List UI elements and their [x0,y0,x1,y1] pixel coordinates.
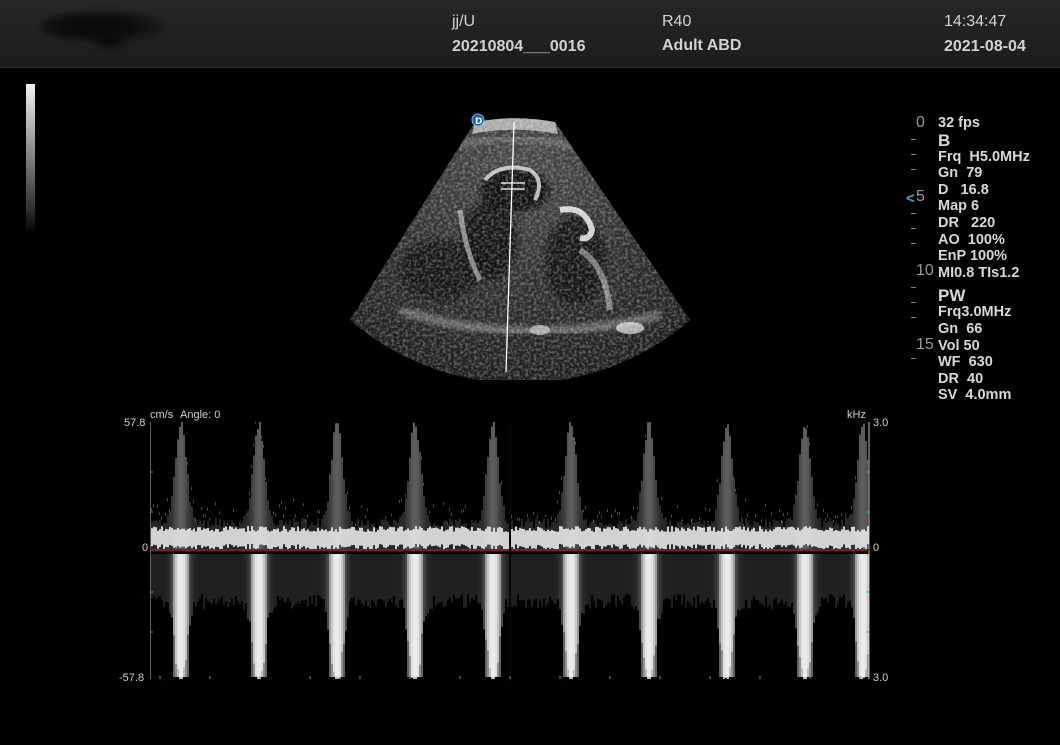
probe-name: R40 [662,13,692,30]
focus-marker-icon[interactable]: < [906,190,915,207]
top-info-bar: jj/U 20210804___0016 R40 Adult ABD 14:34… [0,0,1060,68]
b-gain: Gn 79 [938,165,983,182]
velocity-zero-label: 0 [142,542,149,554]
frequency-zero-label: 0 [873,542,880,554]
depth-tick [911,317,916,318]
depth-tick [911,243,916,244]
b-mode-heading: B [938,130,951,150]
depth-tick [911,139,916,140]
depth-label-15: 15 [916,336,934,353]
velocity-unit: cm/s [150,409,174,421]
exam-preset: Adult ABD [662,37,742,54]
b-acoustic-output: AO 100% [938,231,1005,248]
b-mode-image[interactable]: D [340,100,700,380]
frequency-unit: kHz [847,409,866,421]
doppler-waveform[interactable] [150,422,870,679]
depth-tick [911,213,916,214]
b-enhance: EnP 100% [938,248,1008,265]
grayscale-bar [26,84,35,234]
depth-label-10: 10 [916,262,934,279]
frame-rate: 32 fps [938,115,980,131]
b-depth: D 16.8 [938,181,989,198]
pw-gain: Gn 66 [938,320,983,337]
logo-icon [40,10,165,52]
svg-text:D: D [475,117,482,127]
angle-readout: Angle: 0 [180,409,221,421]
parameter-panel: 32 fps B Frq H5.0MHz Gn 79 D 16.8 Map 6 … [938,115,1058,404]
depth-tick [911,169,916,170]
depth-label-0: 0 [916,114,925,131]
b-frequency: Frq H5.0MHz [938,148,1030,165]
velocity-min-label: -57.8 [119,672,145,684]
velocity-max-label: 57.8 [124,417,146,429]
b-map: Map 6 [938,198,980,215]
pw-volume: Vol 50 [938,337,980,354]
depth-tick [911,358,916,359]
patient-id: jj/U [452,13,476,30]
pw-frequency: Frq3.0MHz [938,304,1012,321]
depth-tick [911,154,916,155]
frequency-max-label: 3.0 [873,417,889,429]
depth-tick [911,228,916,229]
depth-scale: 0 5 10 15 < [900,112,940,372]
b-dynamic-range: DR 220 [938,214,996,231]
exam-id: 20210804___0016 [452,38,586,55]
depth-tick [911,287,916,288]
pw-wall-filter: WF 630 [938,354,993,371]
clock-date: 2021-08-04 [944,38,1026,55]
doppler-spectrum-panel: cm/s Angle: 0 kHz 57.8 0 -57.8 3.0 0 3.0 [110,405,900,690]
frequency-min-label: 3.0 [873,672,889,684]
depth-label-5: 5 [916,188,925,205]
b-mi-tis: MI0.8 TIs1.2 [938,264,1020,281]
pw-sample-volume: SV 4.0mm [938,387,1012,404]
pw-dynamic-range: DR 40 [938,370,984,387]
pw-heading: PW [938,286,966,306]
depth-tick [911,302,916,303]
clock-time: 14:34:47 [944,13,1007,30]
